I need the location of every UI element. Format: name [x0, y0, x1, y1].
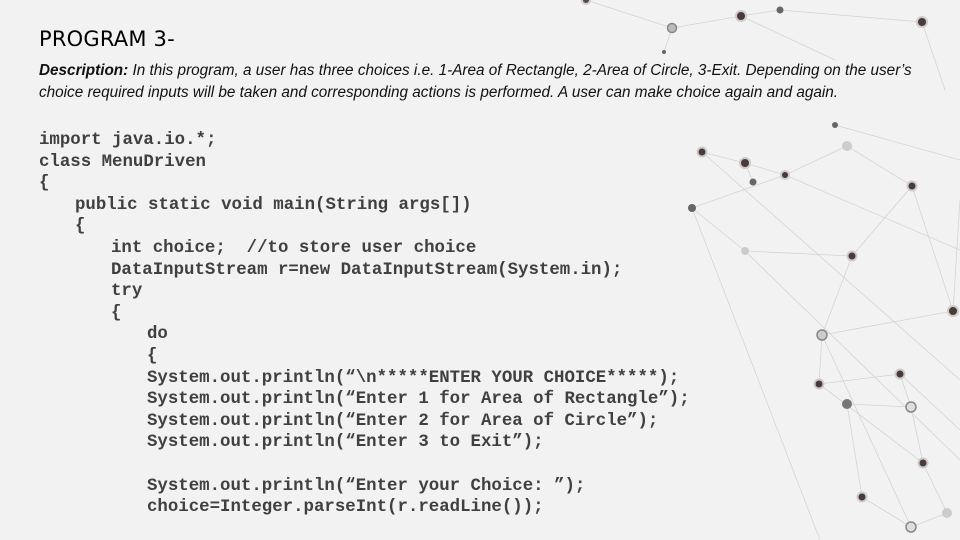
program-description: Description: In this program, a user has…	[39, 60, 919, 104]
code-line: class MenuDriven	[39, 152, 206, 172]
code-line: {	[147, 346, 158, 366]
code-line: {	[75, 217, 86, 237]
code-line: try	[111, 282, 143, 302]
code-line: public static void main(String args[])	[75, 195, 472, 215]
code-line: do	[147, 325, 168, 345]
code-line: import java.io.*;	[39, 131, 217, 150]
code-block: import java.io.*; class MenuDriven { pub…	[39, 130, 690, 519]
code-line: {	[111, 303, 122, 323]
code-line: System.out.println(“\n*****ENTER YOUR CH…	[147, 368, 680, 388]
code-line: DataInputStream r=new DataInputStream(Sy…	[111, 260, 623, 280]
description-text: In this program, a user has three choice…	[39, 62, 912, 101]
code-line: {	[39, 174, 50, 194]
code-line: System.out.println(“Enter 3 to Exit”);	[147, 433, 544, 453]
slide-title: PROGRAM 3-	[39, 27, 175, 51]
code-line: int choice; //to store user choice	[111, 238, 477, 258]
code-line: System.out.println(“Enter 1 for Area of …	[147, 390, 690, 410]
description-label: Description:	[39, 62, 129, 79]
code-line: System.out.println(“Enter 2 for Area of …	[147, 411, 659, 431]
code-line: System.out.println(“Enter your Choice: ”…	[147, 476, 586, 496]
code-line: choice=Integer.parseInt(r.readLine());	[147, 498, 544, 518]
